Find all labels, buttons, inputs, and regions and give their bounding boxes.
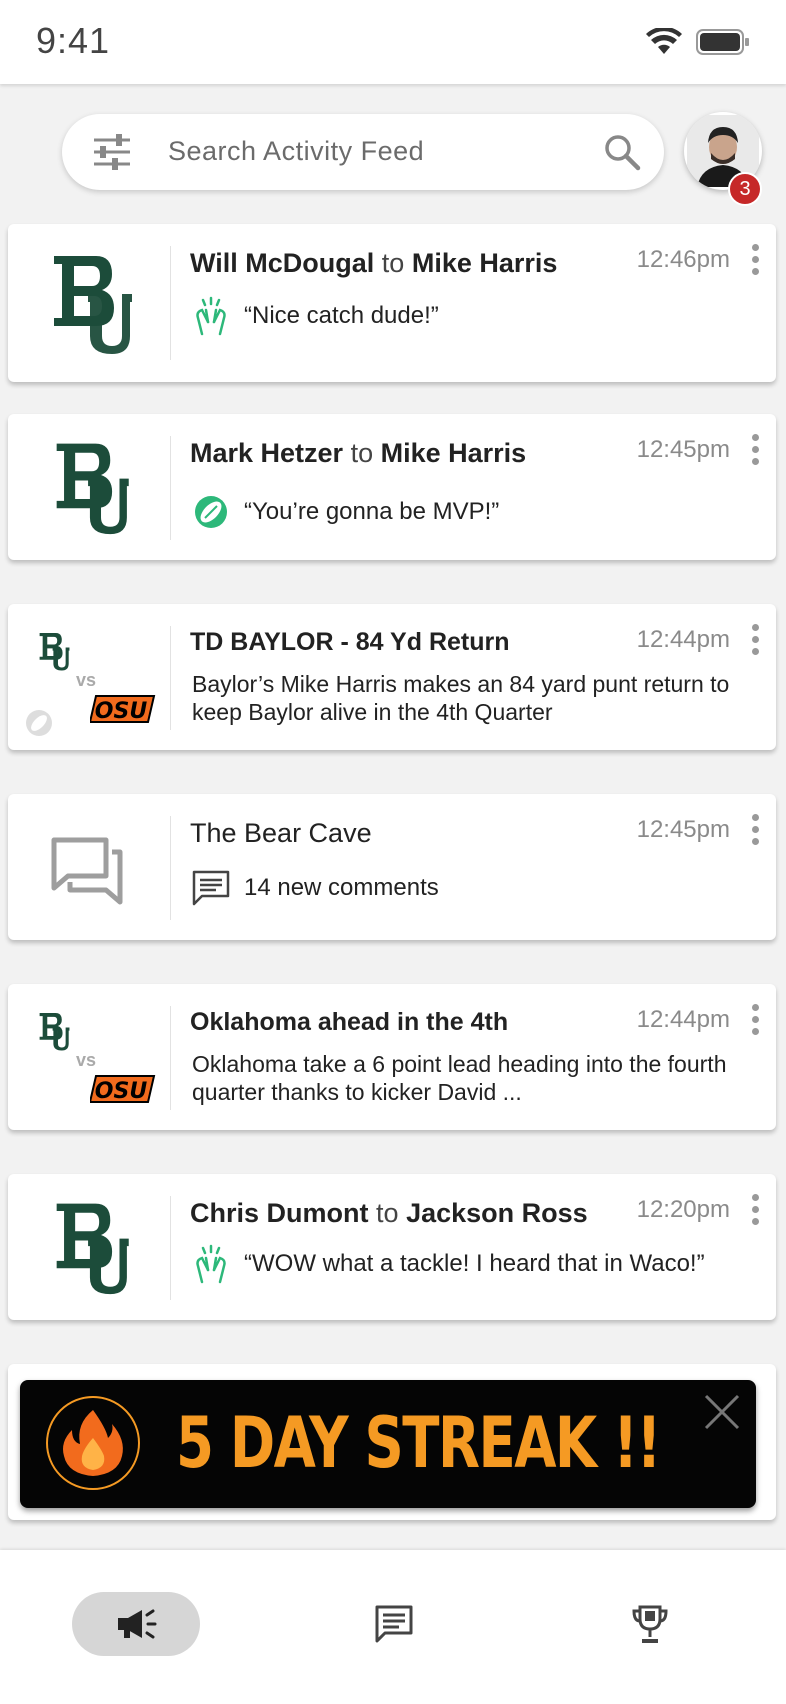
card-time: 12:44pm xyxy=(636,1006,730,1033)
streak-card: 5 DAY STREAK !! xyxy=(8,1364,776,1520)
connector: to xyxy=(350,438,374,468)
card-time: 12:45pm xyxy=(636,436,730,463)
card-title: Chris Dumont to Jackson Ross xyxy=(190,1198,588,1229)
status-icons xyxy=(646,28,750,56)
search-bar[interactable]: Search Activity Feed xyxy=(62,114,664,190)
team-logo xyxy=(8,224,170,382)
comment-icon xyxy=(192,870,230,906)
recipient-name[interactable]: Mike Harris xyxy=(381,438,527,468)
feed-card[interactable]: vs OSU Oklahoma ahead in the 4th 12:44pm… xyxy=(8,984,776,1130)
more-options-icon[interactable] xyxy=(752,814,760,848)
sender-name[interactable]: Will McDougal xyxy=(190,248,374,278)
high-five-icon xyxy=(196,1244,226,1284)
card-title: Oklahoma ahead in the 4th xyxy=(190,1008,509,1036)
svg-text:OSU: OSU xyxy=(95,1079,148,1104)
feed-card[interactable]: Mark Hetzer to Mike Harris 12:45pm “You’… xyxy=(8,414,776,560)
baylor-logo-icon xyxy=(56,443,129,535)
nav-messages[interactable] xyxy=(362,1592,426,1656)
card-time: 12:44pm xyxy=(636,626,730,653)
more-options-icon[interactable] xyxy=(752,1004,760,1038)
football-icon xyxy=(26,710,52,736)
streak-banner[interactable]: 5 DAY STREAK !! xyxy=(20,1380,756,1508)
bottom-nav xyxy=(0,1550,786,1704)
discussion-logo xyxy=(8,794,170,952)
feed-card[interactable]: Chris Dumont to Jackson Ross 12:20pm “WO… xyxy=(8,1174,776,1320)
svg-text:OSU: OSU xyxy=(95,699,148,724)
card-message: “Nice catch dude!” xyxy=(190,296,439,336)
sender-name[interactable]: Mark Hetzer xyxy=(190,438,343,468)
message-text: “You’re gonna be MVP!” xyxy=(244,498,500,525)
search-icon[interactable] xyxy=(602,132,642,172)
wifi-icon xyxy=(646,28,682,54)
card-divider xyxy=(170,816,171,920)
team-logo xyxy=(8,1174,170,1332)
recipient-name[interactable]: Jackson Ross xyxy=(406,1198,588,1228)
feed-card[interactable]: The Bear Cave 12:45pm 14 new comments xyxy=(8,794,776,940)
forum-icon xyxy=(51,837,123,905)
osu-logo-icon: OSU xyxy=(90,695,156,724)
nav-leaderboard[interactable] xyxy=(618,1592,682,1656)
fire-icon xyxy=(63,1410,123,1476)
card-message: “WOW what a tackle! I heard that in Waco… xyxy=(190,1244,705,1284)
battery-icon xyxy=(696,29,749,55)
trophy-icon xyxy=(632,1605,668,1643)
card-message: “You’re gonna be MVP!” xyxy=(190,492,499,532)
card-title: The Bear Cave xyxy=(190,818,372,848)
more-options-icon[interactable] xyxy=(752,244,760,278)
megaphone-icon xyxy=(118,1609,157,1639)
baylor-logo-icon xyxy=(54,256,132,354)
close-icon[interactable] xyxy=(702,1392,742,1432)
filter-sliders-icon[interactable] xyxy=(92,134,132,170)
card-body: Oklahoma take a 6 point lead heading int… xyxy=(192,1051,727,1105)
card-time: 12:20pm xyxy=(636,1196,730,1223)
team-logo xyxy=(8,414,170,572)
more-options-icon[interactable] xyxy=(752,434,760,468)
matchup-logos: vs OSU xyxy=(8,604,170,762)
comment-count: 14 new comments xyxy=(244,874,439,901)
feed-card[interactable]: Will McDougal to Mike Harris 12:46pm “Ni… xyxy=(8,224,776,382)
card-divider xyxy=(170,436,171,540)
vs-label: vs xyxy=(76,670,97,690)
connector: to xyxy=(381,248,405,278)
feed-card[interactable]: vs OSU TD BAYLOR - 84 Yd Return 12:44pm … xyxy=(8,604,776,750)
card-title: Will McDougal to Mike Harris xyxy=(190,248,557,279)
card-divider xyxy=(170,1006,171,1110)
card-body: Baylor’s Mike Harris makes an 84 yard pu… xyxy=(192,671,730,725)
status-time: 9:41 xyxy=(36,20,111,61)
osu-logo-icon: OSU xyxy=(90,1075,156,1104)
message-text: “WOW what a tackle! I heard that in Waco… xyxy=(244,1250,705,1277)
more-options-icon[interactable] xyxy=(752,1194,760,1228)
matchup-logos: vs OSU xyxy=(8,984,170,1142)
card-title: Mark Hetzer to Mike Harris xyxy=(190,438,526,469)
baylor-logo-icon xyxy=(39,633,70,671)
baylor-logo-icon xyxy=(39,1013,70,1051)
streak-text: 5 DAY STREAK !! xyxy=(176,1402,661,1484)
baylor-logo-icon xyxy=(56,1203,129,1295)
fire-badge xyxy=(46,1396,140,1490)
card-time: 12:46pm xyxy=(636,246,730,273)
card-divider xyxy=(170,626,171,730)
status-bar: 9:41 xyxy=(0,0,786,84)
card-time: 12:45pm xyxy=(636,816,730,843)
sender-name[interactable]: Chris Dumont xyxy=(190,1198,369,1228)
recipient-name[interactable]: Mike Harris xyxy=(412,248,558,278)
card-divider xyxy=(170,1196,171,1300)
card-message: 14 new comments xyxy=(190,868,439,908)
card-title: TD BAYLOR - 84 Yd Return xyxy=(190,628,510,656)
football-icon xyxy=(195,496,227,528)
high-five-icon xyxy=(196,296,226,336)
message-icon xyxy=(375,1605,413,1643)
search-input[interactable]: Search Activity Feed xyxy=(168,136,424,167)
connector: to xyxy=(376,1198,399,1228)
vs-label: vs xyxy=(76,1050,97,1070)
more-options-icon[interactable] xyxy=(752,624,760,658)
nav-activity-feed[interactable] xyxy=(72,1592,200,1656)
card-divider xyxy=(170,246,171,360)
notification-badge: 3 xyxy=(728,172,762,206)
message-text: “Nice catch dude!” xyxy=(244,302,439,329)
